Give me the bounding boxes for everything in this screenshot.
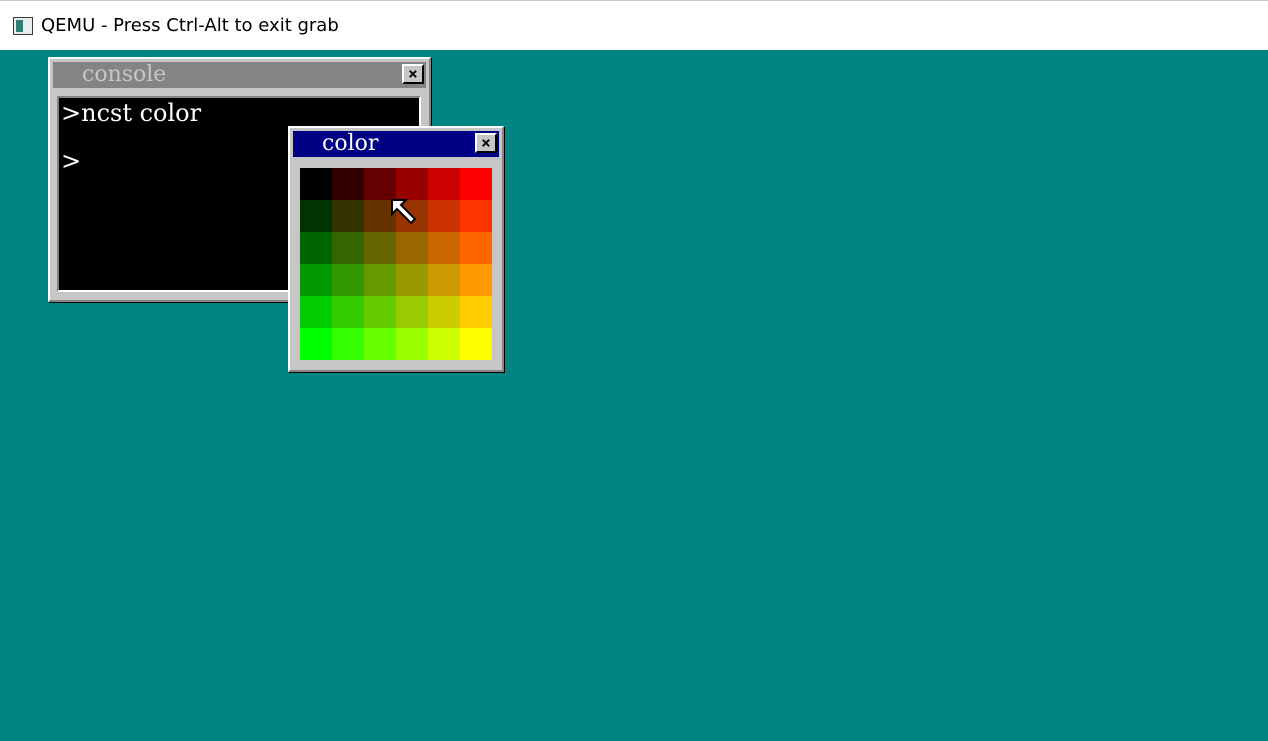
color-swatch-r3-c5	[460, 264, 492, 296]
color-swatch-r4-c4	[428, 296, 460, 328]
console-window-title: console	[82, 62, 167, 87]
color-swatch-r0-c3	[396, 168, 428, 200]
console-line-command: >ncst color	[61, 99, 202, 127]
color-swatch-r0-c5	[460, 168, 492, 200]
color-swatch-r1-c0	[300, 200, 332, 232]
color-swatch-r5-c3	[396, 328, 428, 360]
color-swatch-r4-c5	[460, 296, 492, 328]
color-swatch-r2-c1	[332, 232, 364, 264]
console-close-icon[interactable]: ×	[402, 64, 424, 84]
color-swatch-r5-c1	[332, 328, 364, 360]
console-line-prompt: >	[61, 147, 82, 175]
color-swatch-r5-c2	[364, 328, 396, 360]
color-palette-grid	[300, 168, 492, 360]
qemu-app-icon[interactable]	[13, 17, 33, 35]
color-swatch-r0-c4	[428, 168, 460, 200]
guest-desktop[interactable]: console × >ncst color > color ×	[0, 50, 1268, 741]
color-swatch-r5-c4	[428, 328, 460, 360]
color-swatch-r2-c4	[428, 232, 460, 264]
color-window-title: color	[322, 131, 379, 156]
host-title-bar: QEMU - Press Ctrl-Alt to exit grab	[0, 0, 1268, 50]
color-swatch-r2-c3	[396, 232, 428, 264]
color-swatch-r3-c0	[300, 264, 332, 296]
color-window[interactable]: color ×	[288, 126, 504, 372]
color-title-bar[interactable]: color ×	[293, 131, 499, 157]
color-swatch-r4-c0	[300, 296, 332, 328]
color-swatch-r1-c5	[460, 200, 492, 232]
color-swatch-r2-c2	[364, 232, 396, 264]
color-swatch-r2-c5	[460, 232, 492, 264]
color-close-icon[interactable]: ×	[475, 133, 497, 153]
color-swatch-r1-c4	[428, 200, 460, 232]
color-swatch-r5-c5	[460, 328, 492, 360]
mouse-arrow-icon	[391, 199, 417, 225]
color-swatch-r0-c2	[364, 168, 396, 200]
color-swatch-r3-c2	[364, 264, 396, 296]
color-swatch-r5-c0	[300, 328, 332, 360]
color-swatch-r0-c1	[332, 168, 364, 200]
color-swatch-r3-c3	[396, 264, 428, 296]
color-swatch-r4-c1	[332, 296, 364, 328]
color-swatch-r2-c0	[300, 232, 332, 264]
color-swatch-r4-c2	[364, 296, 396, 328]
host-window-title: QEMU - Press Ctrl-Alt to exit grab	[41, 15, 339, 36]
color-swatch-r3-c1	[332, 264, 364, 296]
console-title-bar[interactable]: console ×	[53, 62, 426, 88]
color-swatch-r4-c3	[396, 296, 428, 328]
color-swatch-r1-c1	[332, 200, 364, 232]
color-swatch-r0-c0	[300, 168, 332, 200]
color-swatch-r3-c4	[428, 264, 460, 296]
